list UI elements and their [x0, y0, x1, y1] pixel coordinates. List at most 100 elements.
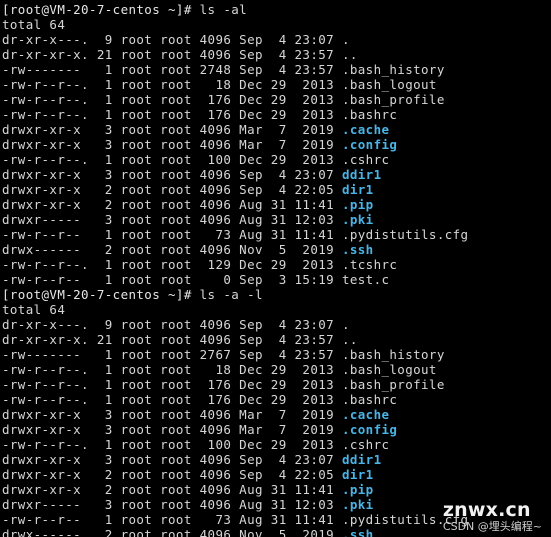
- file-list-row: dr-xr-x---. 9 root root 4096 Sep 4 23:07…: [2, 32, 551, 47]
- file-metadata: -rw-r--r--. 1 root root 100 Dec 29 2013: [2, 152, 342, 167]
- file-name: .bashrc: [341, 392, 398, 407]
- directory-name: .cache: [341, 122, 390, 137]
- file-metadata: -rw-r--r--. 1 root root 100 Dec 29 2013: [2, 437, 342, 452]
- directory-name: .config: [341, 137, 398, 152]
- file-list-row: drwxr-xr-x 3 root root 4096 Mar 7 2019 .…: [2, 422, 551, 437]
- file-list-row: drwx------ 2 root root 4096 Nov 5 2019 .…: [2, 242, 551, 257]
- shell-command: ls -al: [199, 2, 248, 17]
- file-metadata: drwxr-xr-x 3 root root 4096 Sep 4 23:07: [2, 452, 342, 467]
- file-list-row: -rw-r--r--. 1 root root 129 Dec 29 2013 …: [2, 257, 551, 272]
- file-metadata: -rw-r--r--. 1 root root 176 Dec 29 2013: [2, 92, 342, 107]
- file-metadata: -rw-r--r-- 1 root root 0 Sep 3 15:19: [2, 272, 342, 287]
- file-metadata: drwx------ 2 root root 4096 Nov 5 2019: [2, 242, 342, 257]
- file-list-row: -rw-r--r--. 1 root root 176 Dec 29 2013 …: [2, 392, 551, 407]
- terminal-command-line: [root@VM-20-7-centos ~]# ls -al: [2, 2, 551, 17]
- file-metadata: -rw-r--r--. 1 root root 176 Dec 29 2013: [2, 377, 342, 392]
- file-list-row: drwxr-xr-x 3 root root 4096 Mar 7 2019 .…: [2, 407, 551, 422]
- file-metadata: drwxr-xr-x 3 root root 4096 Mar 7 2019: [2, 137, 342, 152]
- file-metadata: dr-xr-x---. 9 root root 4096 Sep 4 23:07: [2, 317, 342, 332]
- file-list-row: -rw-r--r-- 1 root root 73 Aug 31 11:41 .…: [2, 227, 551, 242]
- file-list-row: drwxr-xr-x 3 root root 4096 Mar 7 2019 .…: [2, 122, 551, 137]
- directory-name: ddir1: [341, 167, 382, 182]
- file-name: .bash_history: [341, 62, 445, 77]
- file-metadata: -rw-r--r--. 1 root root 176 Dec 29 2013: [2, 107, 342, 122]
- file-name: ..: [341, 332, 358, 347]
- file-name: .tcshrc: [341, 257, 398, 272]
- file-list-row: dr-xr-xr-x. 21 root root 4096 Sep 4 23:5…: [2, 332, 551, 347]
- shell-prompt: [root@VM-20-7-centos ~]#: [2, 287, 200, 302]
- file-list-row: drwxr-xr-x 2 root root 4096 Aug 31 11:41…: [2, 197, 551, 212]
- file-metadata: drwxr-xr-x 3 root root 4096 Mar 7 2019: [2, 422, 342, 437]
- file-metadata: -rw-r--r-- 1 root root 73 Aug 31 11:41: [2, 512, 342, 527]
- file-metadata: -rw------- 1 root root 2767 Sep 4 23:57: [2, 347, 342, 362]
- file-list-row: drwx------ 2 root root 4096 Nov 5 2019 .…: [2, 527, 551, 537]
- file-list-row: drwxr-xr-x 3 root root 4096 Mar 7 2019 .…: [2, 137, 551, 152]
- file-name: test.c: [341, 272, 390, 287]
- file-name: .bashrc: [341, 107, 398, 122]
- file-name: .cshrc: [341, 152, 390, 167]
- file-metadata: dr-xr-xr-x. 21 root root 4096 Sep 4 23:5…: [2, 332, 342, 347]
- file-list-row: -rw-r--r--. 1 root root 18 Dec 29 2013 .…: [2, 77, 551, 92]
- file-list-row: -rw-r--r-- 1 root root 73 Aug 31 11:41 .…: [2, 512, 551, 527]
- file-metadata: drwxr----- 3 root root 4096 Aug 31 12:03: [2, 212, 342, 227]
- file-list-row: dr-xr-xr-x. 21 root root 4096 Sep 4 23:5…: [2, 47, 551, 62]
- file-metadata: drwxr-xr-x 3 root root 4096 Mar 7 2019: [2, 122, 342, 137]
- file-metadata: drwx------ 2 root root 4096 Nov 5 2019: [2, 527, 342, 537]
- file-list-row: dr-xr-x---. 9 root root 4096 Sep 4 23:07…: [2, 317, 551, 332]
- file-name: .bash_profile: [341, 377, 445, 392]
- file-name: .pydistutils.cfg: [341, 227, 469, 242]
- file-metadata: -rw-r--r--. 1 root root 18 Dec 29 2013: [2, 77, 342, 92]
- file-list-row: -rw-r--r--. 1 root root 100 Dec 29 2013 …: [2, 437, 551, 452]
- directory-name: .pki: [341, 497, 374, 512]
- file-metadata: -rw-r--r--. 1 root root 129 Dec 29 2013: [2, 257, 342, 272]
- file-list-row: drwxr----- 3 root root 4096 Aug 31 12:03…: [2, 212, 551, 227]
- file-name: .cshrc: [341, 437, 390, 452]
- directory-name: .cache: [341, 407, 390, 422]
- directory-name: .pip: [341, 482, 374, 497]
- file-name: .bash_logout: [341, 77, 437, 92]
- file-list-row: drwxr-xr-x 2 root root 4096 Sep 4 22:05 …: [2, 467, 551, 482]
- file-metadata: dr-xr-x---. 9 root root 4096 Sep 4 23:07: [2, 32, 342, 47]
- total-text: total 64: [2, 302, 66, 317]
- file-metadata: drwxr----- 3 root root 4096 Aug 31 12:03: [2, 497, 342, 512]
- directory-name: dir1: [341, 467, 374, 482]
- file-metadata: drwxr-xr-x 2 root root 4096 Aug 31 11:41: [2, 197, 342, 212]
- file-list-row: -rw-r--r--. 1 root root 176 Dec 29 2013 …: [2, 377, 551, 392]
- file-list-row: -rw------- 1 root root 2767 Sep 4 23:57 …: [2, 347, 551, 362]
- terminal-command-line: [root@VM-20-7-centos ~]# ls -a -l: [2, 287, 551, 302]
- terminal-window[interactable]: [root@VM-20-7-centos ~]# ls -al total 64 d…: [0, 0, 551, 537]
- file-list-row: -rw-r--r--. 1 root root 176 Dec 29 2013 …: [2, 92, 551, 107]
- directory-name: .ssh: [341, 242, 374, 257]
- file-name: .: [341, 317, 350, 332]
- shell-command: ls -a -l: [199, 287, 263, 302]
- file-list-row: drwxr-xr-x 2 root root 4096 Aug 31 11:41…: [2, 482, 551, 497]
- file-name: .bash_logout: [341, 362, 437, 377]
- file-metadata: drwxr-xr-x 3 root root 4096 Mar 7 2019: [2, 407, 342, 422]
- file-list-row: -rw-r--r--. 1 root root 176 Dec 29 2013 …: [2, 107, 551, 122]
- file-metadata: drwxr-xr-x 2 root root 4096 Sep 4 22:05: [2, 467, 342, 482]
- shell-prompt: [root@VM-20-7-centos ~]#: [2, 2, 200, 17]
- file-list-row: drwxr-xr-x 3 root root 4096 Sep 4 23:07 …: [2, 452, 551, 467]
- terminal-total-line: total 64: [2, 17, 551, 32]
- file-list-row: -rw------- 1 root root 2748 Sep 4 23:57 …: [2, 62, 551, 77]
- file-list-row: drwxr-xr-x 3 root root 4096 Sep 4 23:07 …: [2, 167, 551, 182]
- file-list-row: drwxr----- 3 root root 4096 Aug 31 12:03…: [2, 497, 551, 512]
- total-text: total 64: [2, 17, 66, 32]
- directory-name: .config: [341, 422, 398, 437]
- directory-name: .pki: [341, 212, 374, 227]
- file-list-row: -rw-r--r--. 1 root root 18 Dec 29 2013 .…: [2, 362, 551, 377]
- file-name: .bash_profile: [341, 92, 445, 107]
- directory-name: dir1: [341, 182, 374, 197]
- file-name: .bash_history: [341, 347, 445, 362]
- file-list-row: drwxr-xr-x 2 root root 4096 Sep 4 22:05 …: [2, 182, 551, 197]
- file-metadata: -rw-r--r-- 1 root root 73 Aug 31 11:41: [2, 227, 342, 242]
- file-metadata: drwxr-xr-x 2 root root 4096 Aug 31 11:41: [2, 482, 342, 497]
- file-metadata: -rw-r--r--. 1 root root 176 Dec 29 2013: [2, 392, 342, 407]
- terminal-total-line: total 64: [2, 302, 551, 317]
- file-metadata: drwxr-xr-x 2 root root 4096 Sep 4 22:05: [2, 182, 342, 197]
- file-name: .: [341, 32, 350, 47]
- directory-name: ddir1: [341, 452, 382, 467]
- file-metadata: dr-xr-xr-x. 21 root root 4096 Sep 4 23:5…: [2, 47, 342, 62]
- file-list-row: -rw-r--r--. 1 root root 100 Dec 29 2013 …: [2, 152, 551, 167]
- file-metadata: -rw-r--r--. 1 root root 18 Dec 29 2013: [2, 362, 342, 377]
